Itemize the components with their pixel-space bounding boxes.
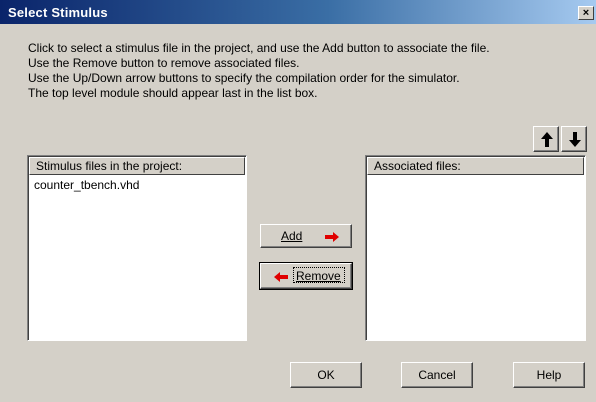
arrow-down-icon bbox=[569, 132, 581, 147]
add-button[interactable]: Add bbox=[260, 224, 352, 248]
associated-files-listbox[interactable]: Associated files: bbox=[365, 155, 586, 341]
window-title: Select Stimulus bbox=[8, 5, 108, 20]
associated-files-header[interactable]: Associated files: bbox=[367, 157, 584, 175]
remove-button[interactable]: Remove bbox=[259, 262, 353, 290]
title-bar: Select Stimulus × bbox=[0, 0, 596, 24]
move-down-button[interactable] bbox=[561, 126, 587, 152]
cancel-button[interactable]: Cancel bbox=[401, 362, 473, 388]
stimulus-files-header[interactable]: Stimulus files in the project: bbox=[29, 157, 245, 175]
help-button[interactable]: Help bbox=[513, 362, 585, 388]
ok-button[interactable]: OK bbox=[290, 362, 362, 388]
close-button[interactable]: × bbox=[578, 6, 594, 20]
arrow-up-icon bbox=[541, 132, 553, 147]
stimulus-files-listbox[interactable]: Stimulus files in the project: counter_t… bbox=[27, 155, 247, 341]
instruction-line-2: Use the Remove button to remove associat… bbox=[28, 56, 300, 70]
instruction-line-4: The top level module should appear last … bbox=[28, 86, 318, 100]
list-item[interactable]: counter_tbench.vhd bbox=[34, 178, 139, 192]
instruction-line-1: Click to select a stimulus file in the p… bbox=[28, 41, 490, 55]
remove-button-label: Remove bbox=[296, 269, 341, 283]
instruction-line-3: Use the Up/Down arrow buttons to specify… bbox=[28, 71, 460, 85]
red-arrow-left-icon bbox=[274, 272, 288, 282]
red-arrow-right-icon bbox=[325, 232, 339, 242]
move-up-button[interactable] bbox=[533, 126, 559, 152]
add-button-label: Add bbox=[281, 229, 303, 243]
